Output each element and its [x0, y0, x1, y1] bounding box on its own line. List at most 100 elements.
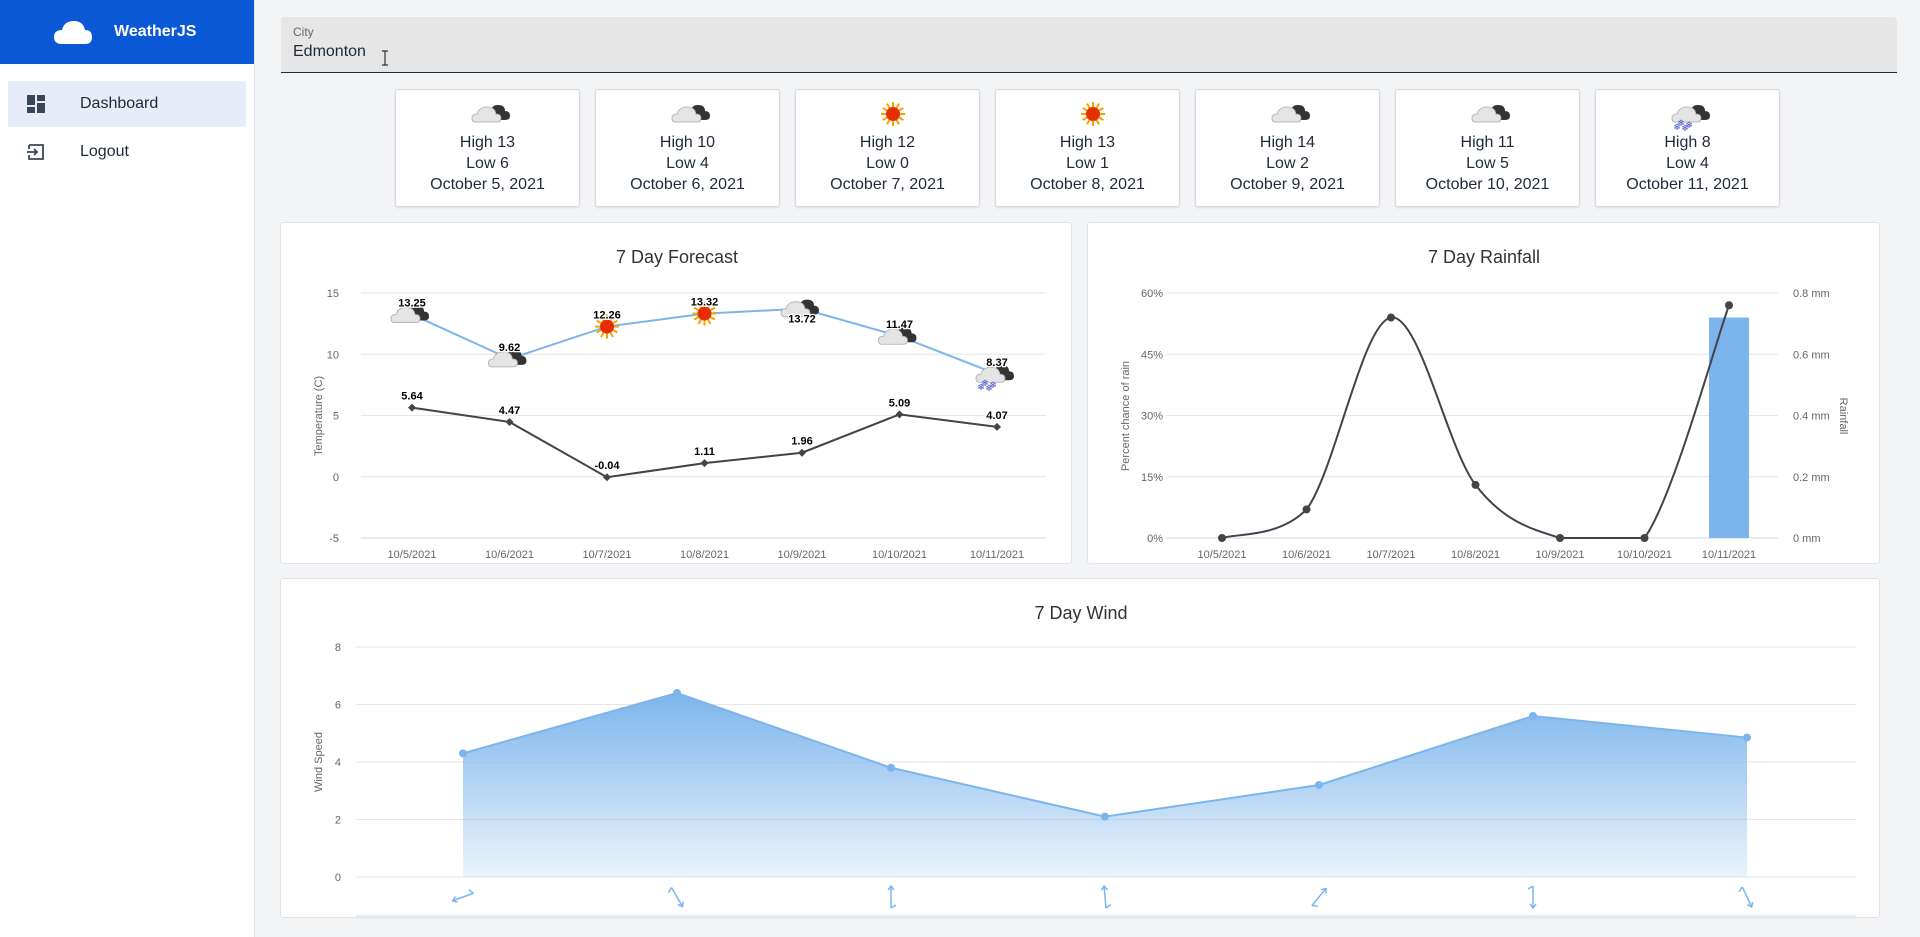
text-cursor-icon — [382, 50, 388, 66]
x-tick-label: 10/10/2021 — [872, 549, 927, 561]
sun-ray — [1085, 103, 1090, 109]
day-low-temp: Low 4 — [666, 155, 709, 172]
day-date: October 5, 2021 — [430, 176, 545, 193]
sun-ray — [895, 103, 900, 109]
y-tick-label: 60% — [1141, 288, 1163, 300]
sun-ray — [881, 107, 887, 112]
brand-header[interactable]: WeatherJS — [0, 0, 254, 64]
y-tick-label: 15 — [327, 288, 339, 300]
chart-title: 7 Day Wind — [1034, 603, 1127, 623]
wind-direction-arrow-icon — [1100, 884, 1112, 909]
y2-axis-label: Rainfall — [1837, 398, 1849, 435]
sunny-icon — [880, 102, 905, 126]
sidebar-item-logout[interactable]: Logout — [8, 129, 246, 175]
x-tick-label: 10/7/2021 — [1367, 549, 1416, 561]
logout-icon — [26, 142, 46, 162]
snowflake: ❄ — [985, 383, 993, 393]
low-temp-point — [505, 417, 514, 426]
city-field[interactable]: City — [281, 17, 1897, 73]
y-tick-label: 4 — [335, 757, 341, 769]
x-tick-label: 10/8/2021 — [1451, 549, 1500, 561]
sun-ray — [609, 332, 614, 338]
day-date: October 6, 2021 — [630, 176, 745, 193]
day-date: October 7, 2021 — [830, 176, 945, 193]
x-tick-label: 10/10/2021 — [1617, 549, 1672, 561]
day-card: High 10 Low 4 October 6, 2021 — [595, 89, 780, 207]
data-label: 8.37 — [986, 357, 1007, 369]
day-low-temp: Low 2 — [1266, 155, 1309, 172]
sun-core — [600, 319, 614, 334]
sun-ray — [885, 119, 890, 125]
wind-direction-arrow-icon — [451, 888, 474, 903]
sun-ray — [895, 119, 900, 125]
snow-icon: ❄❄❄❄ — [975, 365, 1014, 393]
x-tick-label: 10/9/2021 — [1536, 549, 1585, 561]
arrow-shaft — [1103, 885, 1107, 909]
day-date: October 9, 2021 — [1230, 176, 1345, 193]
wind-point — [1529, 712, 1537, 720]
sun-ray — [1098, 107, 1104, 112]
y-tick-label: 8 — [335, 642, 341, 654]
sun-core — [697, 306, 712, 321]
arrow-shaft — [670, 887, 684, 907]
rainfall-chart-panel: 7 Day Rainfall 60% 0.8 mm 45% 0.6 mm 30% 0.4 m… — [1087, 222, 1880, 564]
wind-direction-arrow-icon — [668, 887, 684, 908]
y-tick-label: 0 — [335, 872, 341, 884]
x-tick-label: 10/8/2021 — [680, 549, 729, 561]
day-high-temp: High 13 — [459, 134, 516, 151]
sun-ray — [1098, 116, 1104, 121]
y-tick-label: 0% — [1147, 533, 1163, 545]
city-field-label: City — [293, 25, 314, 39]
y-tick-label: 0 — [333, 472, 339, 484]
arrow-shaft — [1741, 886, 1753, 908]
day-low-temp: Low 4 — [1666, 155, 1709, 172]
data-label: 9.62 — [499, 342, 520, 354]
sun-ray — [1095, 119, 1100, 125]
data-label: 4.47 — [499, 405, 520, 417]
snowflake: ❄ — [1681, 124, 1689, 132]
low-temp-point — [408, 403, 416, 412]
sidebar-item-dashboard[interactable]: Dashboard — [8, 81, 246, 127]
day-high-temp: High 13 — [1059, 134, 1116, 151]
y2-tick-label: 0.8 mm — [1793, 288, 1830, 300]
forecast-chart-panel: 7 Day Forecast 15 10 5 0 -5 Temperature (C) 10/… — [280, 222, 1072, 564]
y-tick-label: 2 — [335, 815, 341, 827]
snow-icon: ❄❄❄❄ — [1671, 105, 1710, 132]
day-low-temp: Low 6 — [466, 155, 509, 172]
day-high-temp: High 10 — [659, 134, 716, 151]
y2-tick-label: 0 mm — [1793, 533, 1821, 545]
low-temp-point — [700, 459, 709, 468]
day-low-temp: Low 0 — [866, 155, 909, 172]
y-tick-label: 10 — [327, 349, 339, 361]
sun-ray — [898, 107, 904, 112]
cloudy-icon — [671, 105, 710, 123]
sun-ray — [1081, 107, 1087, 112]
day-high-temp: High 11 — [1460, 134, 1515, 151]
day-date: October 11, 2021 — [1626, 176, 1749, 193]
snowflake: ❄ — [1673, 123, 1681, 132]
x-tick-label: 10/5/2021 — [1198, 549, 1247, 561]
data-label: 5.64 — [401, 391, 423, 403]
navigator-bar — [356, 915, 1856, 919]
wind-area — [463, 693, 1747, 877]
data-label: 13.25 — [398, 297, 426, 309]
x-tick-label: 10/6/2021 — [1282, 549, 1331, 561]
rain-chance-line — [1221, 304, 1730, 539]
wind-point — [1315, 781, 1323, 789]
sun-ray — [612, 329, 618, 334]
rain-chance-point — [1218, 534, 1226, 542]
city-input[interactable] — [293, 43, 593, 61]
day-card: ❄ ❄ ❄ ❄ High 8 Low 4 October 11, 2021 — [1595, 89, 1780, 207]
sun-core — [885, 107, 900, 121]
day-card: High 12 Low 0 October 7, 2021 — [795, 89, 980, 207]
day-date: October 10, 2021 — [1425, 176, 1550, 193]
forecast-chart: 7 Day Forecast 15 10 5 0 -5 Temperature (C) 10/… — [313, 247, 1046, 561]
sidebar: WeatherJS Dashboard Logout — [0, 0, 255, 937]
data-label: 11.47 — [886, 319, 913, 331]
sun-ray — [693, 316, 699, 321]
wind-point — [1743, 733, 1751, 742]
cloudy-icon — [471, 105, 510, 123]
cloudy-icon — [1196, 100, 1379, 132]
y2-tick-label: 0.2 mm — [1793, 472, 1830, 484]
sidebar-nav: Dashboard Logout — [0, 64, 254, 175]
